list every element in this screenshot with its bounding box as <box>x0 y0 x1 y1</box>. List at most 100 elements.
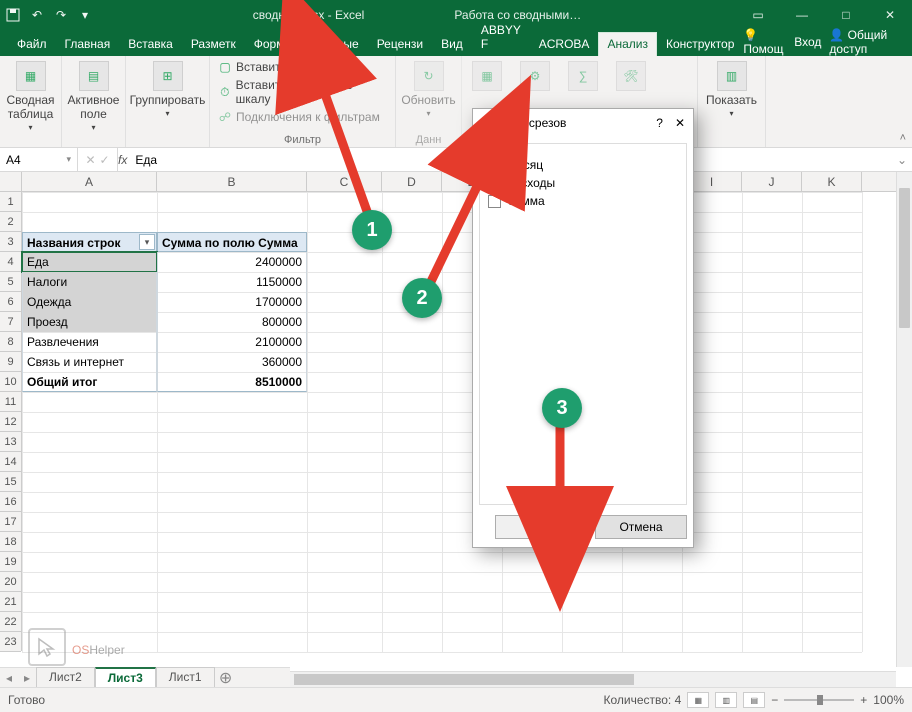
row-header-22[interactable]: 22 <box>0 612 21 632</box>
tab-nav-next[interactable]: ▸ <box>18 671 36 685</box>
collapse-ribbon-icon[interactable]: ˄ <box>900 132 906 144</box>
show-button[interactable]: ▥Показать▾ <box>704 59 759 120</box>
ribbon-display-icon[interactable]: ▭ <box>736 0 780 29</box>
cell[interactable]: Сумма по полю Сумма <box>157 232 307 252</box>
view-page-button[interactable]: ▥ <box>715 692 737 708</box>
row-header-23[interactable]: 23 <box>0 632 21 652</box>
pivot-filter-dropdown[interactable]: ▾ <box>139 234 155 250</box>
row-header-3[interactable]: 3 <box>0 232 21 252</box>
name-box[interactable]: A4▾ <box>0 148 78 171</box>
col-header-J[interactable]: J <box>742 172 802 191</box>
redo-icon[interactable]: ↷ <box>52 6 70 24</box>
undo-icon[interactable]: ↶ <box>28 6 46 24</box>
tab-formulas[interactable]: Формул <box>245 32 307 56</box>
qat-customize-icon[interactable]: ▾ <box>76 6 94 24</box>
cell[interactable]: Названия строк <box>22 232 157 252</box>
tab-home[interactable]: Главная <box>56 32 120 56</box>
col-header-K[interactable]: K <box>802 172 862 191</box>
row-header-10[interactable]: 10 <box>0 372 21 392</box>
dialog-help-button[interactable]: ? <box>656 116 663 130</box>
share-button[interactable]: 👤 Общий доступ <box>829 28 902 56</box>
sheet-tab[interactable]: Лист3 <box>95 667 156 688</box>
cell[interactable]: Связь и интернет <box>22 352 157 372</box>
row-header-11[interactable]: 11 <box>0 392 21 412</box>
close-button[interactable]: ✕ <box>868 0 912 29</box>
tools-button[interactable]: 🛠 <box>612 59 650 93</box>
cell[interactable]: 1150000 <box>157 272 307 292</box>
calculations-button[interactable]: ∑ <box>564 59 602 93</box>
row-header-1[interactable]: 1 <box>0 192 21 212</box>
vscroll-thumb[interactable] <box>899 188 910 328</box>
horizontal-scrollbar[interactable] <box>290 671 896 687</box>
view-break-button[interactable]: ▤ <box>743 692 765 708</box>
row-header-17[interactable]: 17 <box>0 512 21 532</box>
zoom-in-button[interactable]: + <box>860 693 867 707</box>
login-button[interactable]: Вход <box>794 35 821 49</box>
spreadsheet-grid[interactable]: ABCDEFGHIJK 1234567891011121314151617181… <box>0 172 912 667</box>
cells-area[interactable]: Названия строкСумма по полю Сумма▾Еда240… <box>22 192 896 651</box>
tab-file[interactable]: Файл <box>8 32 56 56</box>
col-header-B[interactable]: B <box>157 172 307 191</box>
tab-layout[interactable]: Разметк <box>182 32 245 56</box>
column-headers[interactable]: ABCDEFGHIJK <box>22 172 896 192</box>
row-header-18[interactable]: 18 <box>0 532 21 552</box>
sheet-tab[interactable]: Лист1 <box>156 667 215 688</box>
tab-abbyy[interactable]: ABBYY F <box>472 18 530 56</box>
cell[interactable]: 2100000 <box>157 332 307 352</box>
maximize-button[interactable]: □ <box>824 0 868 29</box>
insert-slicer-button[interactable]: ▢Вставить срез <box>216 59 389 75</box>
tab-nav-prev[interactable]: ◂ <box>0 671 18 685</box>
active-field-button[interactable]: ▤Активное поле▾ <box>68 59 119 134</box>
row-header-8[interactable]: 8 <box>0 332 21 352</box>
fx-icon[interactable]: fx <box>118 153 127 167</box>
dialog-close-button[interactable]: ✕ <box>675 116 685 130</box>
slicer-option[interactable]: Сумма <box>488 194 678 208</box>
hscroll-thumb[interactable] <box>294 674 634 685</box>
slicer-option[interactable]: Месяц <box>488 158 678 172</box>
row-header-12[interactable]: 12 <box>0 412 21 432</box>
cell[interactable]: Развлечения <box>22 332 157 352</box>
col-header-A[interactable]: A <box>22 172 157 191</box>
row-header-13[interactable]: 13 <box>0 432 21 452</box>
row-header-5[interactable]: 5 <box>0 272 21 292</box>
row-header-21[interactable]: 21 <box>0 592 21 612</box>
cell[interactable]: Одежда <box>22 292 157 312</box>
cell[interactable]: 2400000 <box>157 252 307 272</box>
checkbox-icon[interactable] <box>488 159 501 172</box>
tab-data[interactable]: Данные <box>306 32 367 56</box>
row-header-19[interactable]: 19 <box>0 552 21 572</box>
tab-analyze[interactable]: Анализ <box>598 32 657 56</box>
change-source-button[interactable]: ▦ <box>468 59 506 93</box>
dialog-ok-button[interactable]: OK <box>495 515 587 539</box>
pivot-table-button[interactable]: ▦Сводная таблица▾ <box>6 59 55 134</box>
row-header-16[interactable]: 16 <box>0 492 21 512</box>
cell[interactable]: Общий итог <box>22 372 157 392</box>
col-header-D[interactable]: D <box>382 172 442 191</box>
slicer-option[interactable]: Расходы <box>488 176 678 190</box>
select-all-cell[interactable] <box>0 172 22 192</box>
row-header-15[interactable]: 15 <box>0 472 21 492</box>
row-header-6[interactable]: 6 <box>0 292 21 312</box>
group-button[interactable]: ⊞Группировать▾ <box>132 59 203 120</box>
checkbox-icon[interactable] <box>488 177 501 190</box>
row-headers[interactable]: 1234567891011121314151617181920212223 <box>0 192 22 651</box>
help-button[interactable]: 💡 Помощ <box>743 28 786 56</box>
zoom-control[interactable]: − + 100% <box>771 693 904 707</box>
row-header-4[interactable]: 4 <box>0 252 21 272</box>
zoom-slider[interactable] <box>784 699 854 701</box>
view-normal-button[interactable]: ▦ <box>687 692 709 708</box>
dialog-titlebar[interactable]: Вставка срезов ? ✕ <box>473 109 693 137</box>
filter-connections-button[interactable]: ☍Подключения к фильтрам <box>216 109 389 125</box>
row-header-9[interactable]: 9 <box>0 352 21 372</box>
tab-view[interactable]: Вид <box>432 32 472 56</box>
row-header-14[interactable]: 14 <box>0 452 21 472</box>
checkbox-icon[interactable] <box>488 195 501 208</box>
cell[interactable]: Проезд <box>22 312 157 332</box>
save-icon[interactable] <box>4 6 22 24</box>
cell[interactable]: 1700000 <box>157 292 307 312</box>
refresh-button[interactable]: ↻Обновить▾ <box>402 59 455 120</box>
row-header-7[interactable]: 7 <box>0 312 21 332</box>
zoom-out-button[interactable]: − <box>771 693 778 707</box>
actions-button[interactable]: ⚙ <box>516 59 554 93</box>
row-header-20[interactable]: 20 <box>0 572 21 592</box>
